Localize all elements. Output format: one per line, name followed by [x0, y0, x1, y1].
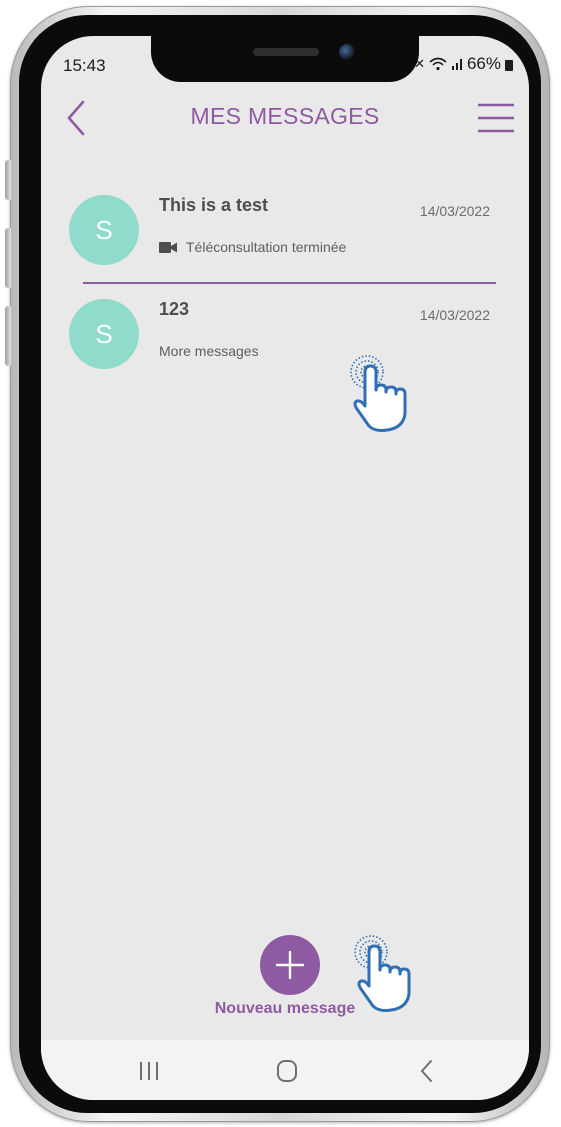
message-divider: [83, 282, 496, 284]
hamburger-menu-icon[interactable]: [477, 102, 515, 134]
phone-side-button: [5, 306, 11, 366]
home-icon[interactable]: [267, 1054, 307, 1088]
avatar: S: [69, 299, 139, 369]
front-camera: [339, 44, 355, 60]
avatar: S: [69, 195, 139, 265]
plus-icon: [275, 950, 305, 980]
message-preview-text: More messages: [159, 343, 259, 359]
message-preview-text: Téléconsultation terminée: [186, 239, 347, 255]
message-preview: More messages: [159, 343, 259, 359]
recent-apps-icon[interactable]: [129, 1054, 169, 1088]
message-list: S This is a test 14/03/2022 Téléconsulta…: [41, 181, 529, 389]
app-screen: 15:43 ✕ 66% MES MESSAGES S This is a tes…: [41, 36, 529, 1100]
message-item[interactable]: S This is a test 14/03/2022 Téléconsulta…: [41, 181, 529, 285]
video-camera-icon: [159, 241, 177, 253]
new-message-button[interactable]: [260, 935, 320, 995]
back-icon[interactable]: [407, 1054, 447, 1088]
message-preview: Téléconsultation terminée: [159, 239, 346, 255]
message-item[interactable]: S 123 14/03/2022 More messages: [41, 285, 529, 389]
battery-icon: [505, 59, 513, 71]
message-title: 123: [159, 299, 190, 319]
system-nav-bar: [41, 1040, 529, 1100]
mute-icon: ✕: [414, 56, 425, 71]
page-title: MES MESSAGES: [190, 103, 380, 129]
signal-icon: [451, 59, 462, 70]
message-title: This is a test: [159, 195, 269, 215]
notch: [151, 36, 419, 82]
status-time: 15:43: [63, 56, 106, 75]
phone-side-button: [5, 228, 11, 288]
app-header: MES MESSAGES: [41, 94, 529, 144]
message-date: 14/03/2022: [419, 203, 490, 219]
phone-side-button: [5, 160, 11, 200]
speaker: [253, 48, 319, 56]
battery-percentage: 66%: [466, 54, 501, 73]
new-message-label[interactable]: Nouveau message: [41, 1000, 529, 1018]
wifi-icon: [429, 57, 447, 71]
status-icons: ✕ 66%: [414, 54, 513, 74]
message-date: 14/03/2022: [419, 307, 490, 323]
